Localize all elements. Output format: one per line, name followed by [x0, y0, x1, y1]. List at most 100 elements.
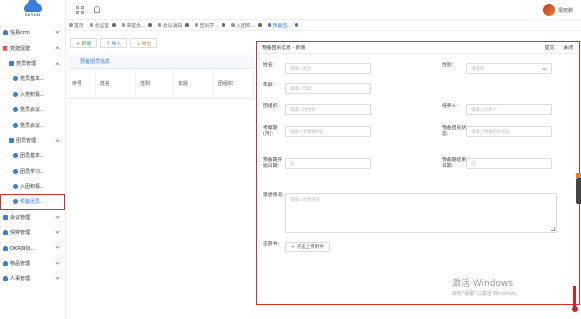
- tab-strip: 首页 会议室 荣定会... 会议通知 团员学... 入团积... 预备团...: [66, 20, 581, 31]
- person-icon: [3, 230, 8, 236]
- submit-button[interactable]: 提交: [545, 44, 555, 51]
- chevron-down-icon[interactable]: [55, 260, 60, 265]
- sidebar-item[interactable]: 入团积极...: [0, 179, 65, 194]
- sidebar-item[interactable]: 人事管理: [0, 271, 65, 286]
- tab-icon: [157, 23, 162, 27]
- exam-input[interactable]: 请输入考察期(月): [285, 126, 371, 137]
- plus-icon: +: [291, 244, 295, 250]
- chevron-up-icon[interactable]: [55, 139, 60, 144]
- gender-select[interactable]: 请选择: [466, 63, 552, 74]
- sidebar-item[interactable]: 党员会议...: [0, 117, 65, 132]
- circle-icon: [13, 76, 18, 82]
- chevron-down-icon[interactable]: [55, 244, 60, 250]
- study-textarea[interactable]: 请输入思想情况: [285, 193, 557, 233]
- field-exam: 考察期(月): 请输入考察期(月): [263, 126, 371, 138]
- user-menu[interactable]: 梁晓鹏: [542, 4, 573, 16]
- export-button[interactable]: ⇣ 导出: [130, 38, 158, 48]
- toolbar: + 新增 ⇡ 导入 ⇣ 导出: [70, 38, 160, 48]
- add-button[interactable]: + 新增: [70, 38, 98, 48]
- upload-button[interactable]: + 点击上传附件: [285, 242, 330, 252]
- section-title: 预备团员信息: [68, 55, 254, 69]
- chevron-up-icon[interactable]: [55, 62, 60, 67]
- chevron-down-icon[interactable]: [55, 275, 60, 280]
- close-icon[interactable]: [185, 23, 189, 27]
- circle-icon: [13, 91, 18, 97]
- person-icon: [3, 30, 8, 36]
- field-introducer: 培养人: 请输入培养人: [442, 104, 552, 115]
- age-input[interactable]: 请输入年龄: [285, 83, 371, 94]
- close-icon[interactable]: [148, 23, 152, 27]
- tab[interactable]: 预备团...: [267, 22, 299, 29]
- tab-icon: [231, 23, 235, 27]
- sidebar-item[interactable]: 团员基本...: [0, 148, 65, 163]
- sidebar-item[interactable]: 入党积极...: [0, 87, 65, 102]
- brand-name: SUYUN: [24, 13, 41, 17]
- import-button[interactable]: ⇡ 导入: [100, 38, 128, 48]
- chevron-up-icon[interactable]: [55, 46, 60, 52]
- tab-label: 预备团...: [272, 23, 292, 29]
- watermark-line2: 转到"设置"以激活 Windows。: [452, 291, 521, 297]
- name-input[interactable]: 请输入姓名: [285, 63, 371, 74]
- avatar[interactable]: [542, 4, 555, 16]
- chevron-down-icon[interactable]: [55, 29, 60, 34]
- sidebar-item[interactable]: 物品管理: [0, 256, 65, 271]
- introducer-input[interactable]: 请输入培养人: [466, 104, 552, 115]
- sidebar-item-label: 团员基本...: [20, 153, 45, 160]
- tab[interactable]: 会议室: [89, 22, 116, 29]
- start-date-input[interactable]: 日: [285, 158, 371, 169]
- panel-title: 预备团员信息 - 新增: [262, 46, 306, 51]
- field-start-date: 预备期开始日期: 日: [263, 158, 371, 170]
- user-name[interactable]: 梁晓鹏: [558, 7, 573, 14]
- sidebar-item[interactable]: 会议管理: [0, 210, 65, 225]
- tab[interactable]: 团员学...: [194, 22, 226, 29]
- study-label: 思想情况:: [263, 193, 284, 198]
- field-name: 姓名: 请输入姓名: [263, 63, 371, 74]
- resize-grip-icon[interactable]: [551, 227, 555, 231]
- circle-icon: [13, 168, 18, 174]
- tab-icon: [194, 23, 199, 27]
- sidebar-item[interactable]: 团员管理: [0, 133, 65, 148]
- status-input[interactable]: 请输入预备团员状态: [466, 126, 552, 137]
- sidebar-item[interactable]: 预备团员...: [0, 194, 65, 209]
- tab[interactable]: 首页: [69, 22, 84, 29]
- sidebar-item[interactable]: OKR目标...: [0, 240, 65, 255]
- chevron-down-icon[interactable]: [55, 229, 60, 234]
- end-date-input[interactable]: 日: [466, 158, 552, 169]
- circle-icon: [13, 199, 18, 205]
- close-icon[interactable]: [294, 23, 299, 27]
- scrollbar-marker[interactable]: [571, 286, 578, 312]
- sidebar-item-label: 团员学习...: [20, 168, 45, 175]
- sidebar-item[interactable]: 信易crm: [0, 25, 65, 40]
- close-icon[interactable]: [258, 23, 262, 27]
- close-button[interactable]: 关闭: [563, 44, 573, 51]
- sidebar-item-label: 党员会议...: [20, 107, 45, 114]
- chevron-down-icon[interactable]: [55, 214, 60, 219]
- bell-icon[interactable]: [94, 6, 100, 13]
- sidebar-item[interactable]: 党员管理: [0, 56, 65, 71]
- sidebar-item[interactable]: 团员学习...: [0, 164, 65, 179]
- close-icon[interactable]: [221, 23, 226, 27]
- introducer-label: 培养人:: [442, 104, 459, 109]
- tab-icon: [121, 23, 126, 27]
- app-logo: SUYUN: [0, 0, 65, 20]
- field-study: 思想情况: 请输入思想情况: [263, 193, 557, 233]
- tab[interactable]: 会议通知: [157, 22, 189, 29]
- grid-menu-icon[interactable]: [76, 6, 84, 14]
- side-scroll-handle[interactable]: [576, 173, 581, 204]
- sidebar-item[interactable]: 快特管理: [0, 225, 65, 240]
- tab[interactable]: 荣定会...: [121, 22, 152, 29]
- sidebar-nav: 信易crm 党建促建党员管理 党员基本... 入党积极... 党员会议... 党员会议..…: [0, 20, 65, 287]
- upload-label: 点击上传附件: [296, 245, 324, 250]
- org-input[interactable]: 请输入团组织: [285, 104, 371, 115]
- end-date-label: 预备期结束日期:: [442, 158, 466, 169]
- circle-icon: [13, 122, 18, 128]
- windows-activation-watermark: 激活 Windows 转到"设置"以激活 Windows。: [452, 276, 521, 297]
- sidebar-item-label: 党建促建: [10, 45, 31, 52]
- tab[interactable]: 入团积...: [231, 22, 262, 29]
- sidebar-item[interactable]: 党建促建: [0, 40, 65, 55]
- sidebar-item[interactable]: 党员会议...: [0, 102, 65, 117]
- field-status: 预备团员状态: 请输入预备团员状态: [442, 126, 552, 138]
- tab-label: 荣定会...: [126, 23, 146, 29]
- sidebar-item[interactable]: 党员基本...: [0, 71, 65, 86]
- close-icon[interactable]: [112, 23, 116, 27]
